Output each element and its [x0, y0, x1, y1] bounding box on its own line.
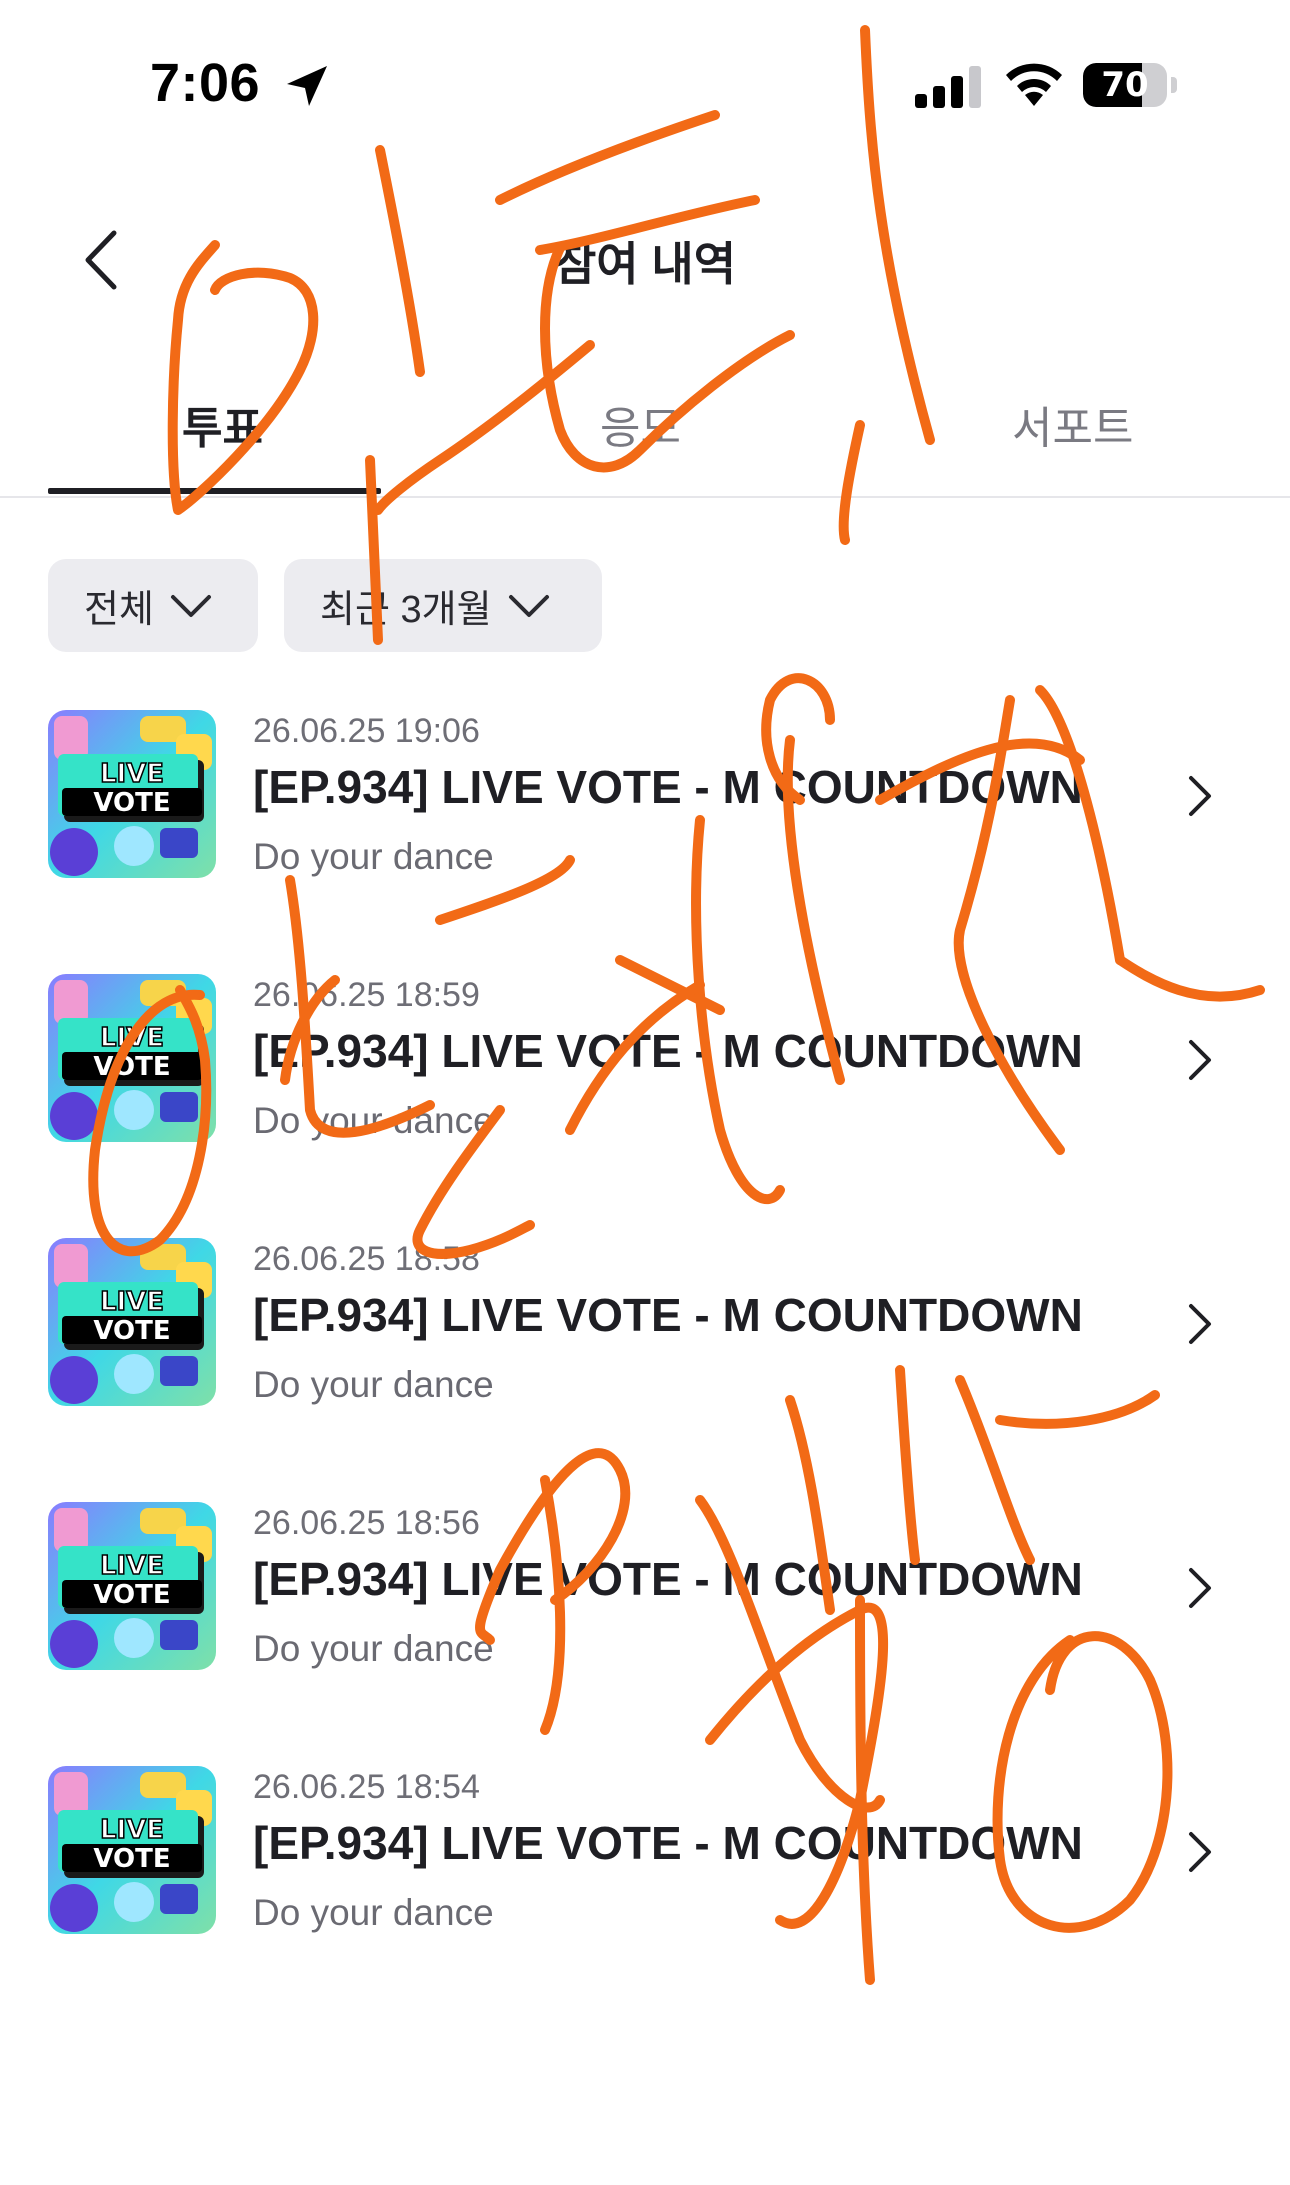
badge-line1: LIVE — [100, 1287, 164, 1317]
badge-line2: VOTE — [93, 1580, 170, 1610]
list-item[interactable]: LIVE VOTE 26.06.25 19:06 [EP.934] LIVE VOTE… — [0, 710, 1290, 910]
badge-line1: LIVE — [100, 1815, 164, 1845]
page-title: 참여 내역 — [553, 238, 737, 290]
filter-category-dropdown[interactable]: 전체 — [48, 559, 258, 652]
badge-line2: VOTE — [93, 1844, 170, 1874]
live-vote-thumbnail: LIVE VOTE — [48, 1766, 216, 1934]
live-vote-thumbnail-art: LIVEVOTE — [48, 1502, 216, 1670]
active-tab-indicator — [48, 488, 381, 494]
battery-tip — [1171, 77, 1177, 93]
chevron-right-icon[interactable] — [1186, 1830, 1214, 1874]
live-vote-thumbnail: LIVE VOTE — [48, 710, 216, 878]
badge-line1: LIVE — [100, 1023, 164, 1053]
item-date: 26.06.25 19:06 — [253, 712, 480, 750]
item-title: [EP.934] LIVE VOTE - M COUNTDOWN — [253, 761, 1083, 813]
badge-line2: VOTE — [93, 788, 170, 818]
item-subtitle: Do your dance — [253, 1628, 494, 1669]
chevron-down-icon — [508, 594, 549, 617]
list-item[interactable]: LIVE VOTE 26.06.25 18:56 [EP.934] LIVE VOTE… — [0, 1502, 1290, 1702]
badge-line2: VOTE — [93, 1052, 170, 1082]
badge-line1: LIVE — [100, 759, 164, 789]
item-title: [EP.934] LIVE VOTE - M COUNTDOWN — [253, 1817, 1083, 1869]
chevron-right-icon[interactable] — [1186, 1566, 1214, 1610]
item-date: 26.06.25 18:54 — [253, 1768, 480, 1806]
item-title: [EP.934] LIVE VOTE - M COUNTDOWN — [253, 1553, 1083, 1605]
tab-bar: 투표 응모 서포트 — [0, 370, 1290, 498]
live-vote-thumbnail: LIVE VOTE — [48, 974, 216, 1142]
item-subtitle: Do your dance — [253, 1364, 494, 1405]
filter-period-dropdown[interactable]: 최근 3개월 — [284, 559, 602, 652]
live-vote-thumbnail: LIVE VOTE — [48, 1238, 216, 1406]
cellular-signal-icon — [915, 66, 981, 108]
status-time: 7:06 — [150, 53, 261, 113]
item-title: [EP.934] LIVE VOTE - M COUNTDOWN — [253, 1289, 1083, 1341]
item-title: [EP.934] LIVE VOTE - M COUNTDOWN — [253, 1025, 1083, 1077]
badge-line2: VOTE — [93, 1316, 170, 1346]
location-arrow-icon — [287, 66, 327, 106]
list-item[interactable]: LIVE VOTE 26.06.25 18:59 [EP.934] LIVE VOTE… — [0, 974, 1290, 1174]
item-subtitle: Do your dance — [253, 836, 494, 877]
badge-line1: LIVE — [100, 1551, 164, 1581]
tab-support[interactable]: 서포트 — [1012, 392, 1133, 456]
list-item[interactable]: LIVE VOTE 26.06.25 18:54 [EP.934] LIVE VOTE… — [0, 1766, 1290, 1966]
filter-category-label: 전체 — [84, 589, 154, 631]
tab-entry[interactable]: 응모 — [600, 392, 681, 456]
item-subtitle: Do your dance — [253, 1100, 494, 1141]
status-bar: 7:06 70 — [0, 0, 1290, 180]
battery-body: 70 — [1083, 63, 1167, 107]
chevron-right-icon[interactable] — [1186, 774, 1214, 818]
item-date: 26.06.25 18:59 — [253, 976, 480, 1014]
chevron-right-icon[interactable] — [1186, 1302, 1214, 1346]
list-item[interactable]: LIVE VOTE 26.06.25 18:58 [EP.934] LIVE VOTE… — [0, 1238, 1290, 1438]
battery-icon: 70 — [1083, 63, 1179, 107]
live-vote-thumbnail-art: LIVEVOTE — [48, 1766, 216, 1934]
filter-period-label: 최근 3개월 — [320, 589, 492, 631]
item-date: 26.06.25 18:56 — [253, 1504, 480, 1542]
item-subtitle: Do your dance — [253, 1892, 494, 1933]
chevron-down-icon — [170, 594, 211, 617]
wifi-icon — [1006, 63, 1062, 106]
live-vote-thumbnail-art: LIVEVOTE — [48, 710, 216, 878]
chevron-right-icon[interactable] — [1186, 1038, 1214, 1082]
live-vote-thumbnail-art: LIVEVOTE — [48, 974, 216, 1142]
battery-percent: 70 — [1101, 65, 1149, 105]
item-date: 26.06.25 18:58 — [253, 1240, 480, 1278]
live-vote-thumbnail: LIVE VOTE — [48, 1502, 216, 1670]
tab-vote[interactable]: 투표 — [182, 392, 263, 456]
live-vote-thumbnail-art: LIVEVOTE — [48, 1238, 216, 1406]
